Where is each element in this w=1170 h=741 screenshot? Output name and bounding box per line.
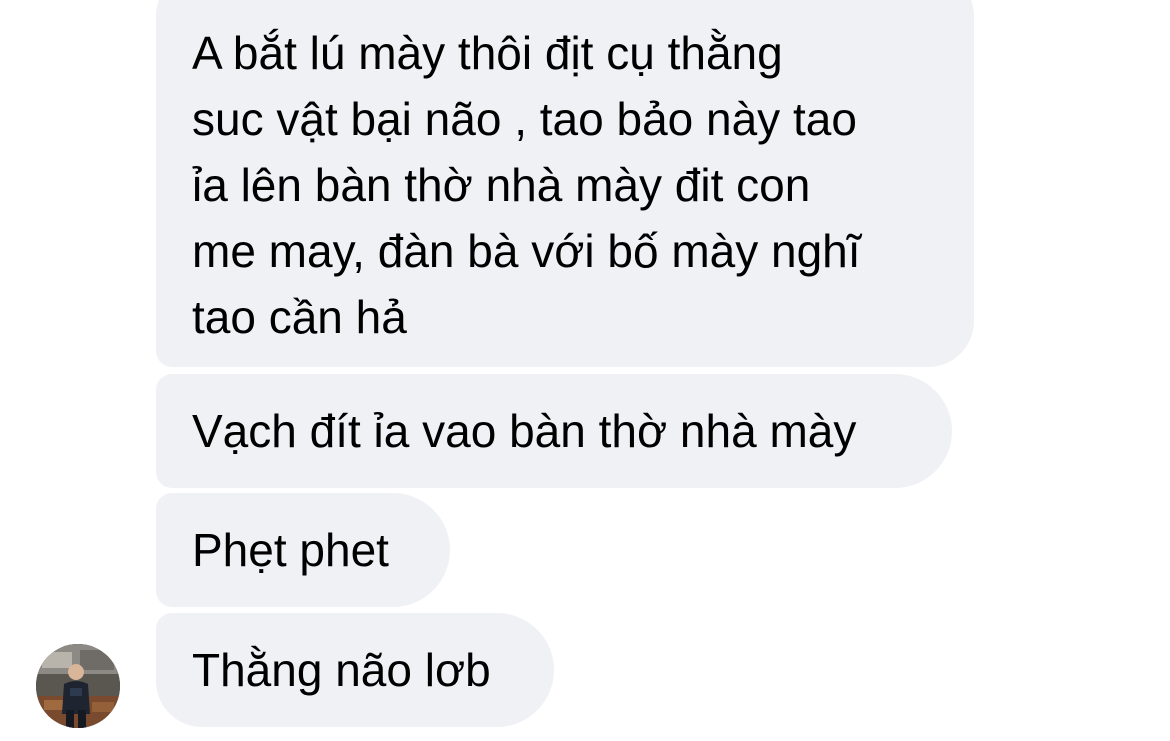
message-line: tao cần hả [192, 291, 407, 343]
message-text: Thằng não lơb [192, 644, 491, 696]
message-bubble[interactable]: A bắt lú mày thôi địt cụ thằng suc vật b… [156, 0, 974, 367]
user-photo-avatar-icon [36, 644, 120, 728]
message-line: me may, đàn bà với bố mày nghĩ [192, 225, 861, 277]
message-line: A bắt lú mày thôi địt cụ thằng [192, 27, 783, 79]
message-bubble[interactable]: Thằng não lơb [156, 613, 554, 727]
message-text: Vạch đít ỉa vao bàn thờ nhà mày [192, 405, 857, 457]
message-thread: A bắt lú mày thôi địt cụ thằng suc vật b… [0, 0, 1170, 741]
message-bubble[interactable]: Vạch đít ỉa vao bàn thờ nhà mày [156, 374, 952, 488]
message-bubble[interactable]: Phẹt phet [156, 493, 450, 607]
message-line: ỉa lên bàn thờ nhà mày đit con [192, 159, 811, 211]
message-line: suc vật bại não , tao bảo này tao [192, 93, 857, 145]
sender-avatar[interactable] [36, 644, 120, 728]
message-text: Phẹt phet [192, 524, 389, 576]
